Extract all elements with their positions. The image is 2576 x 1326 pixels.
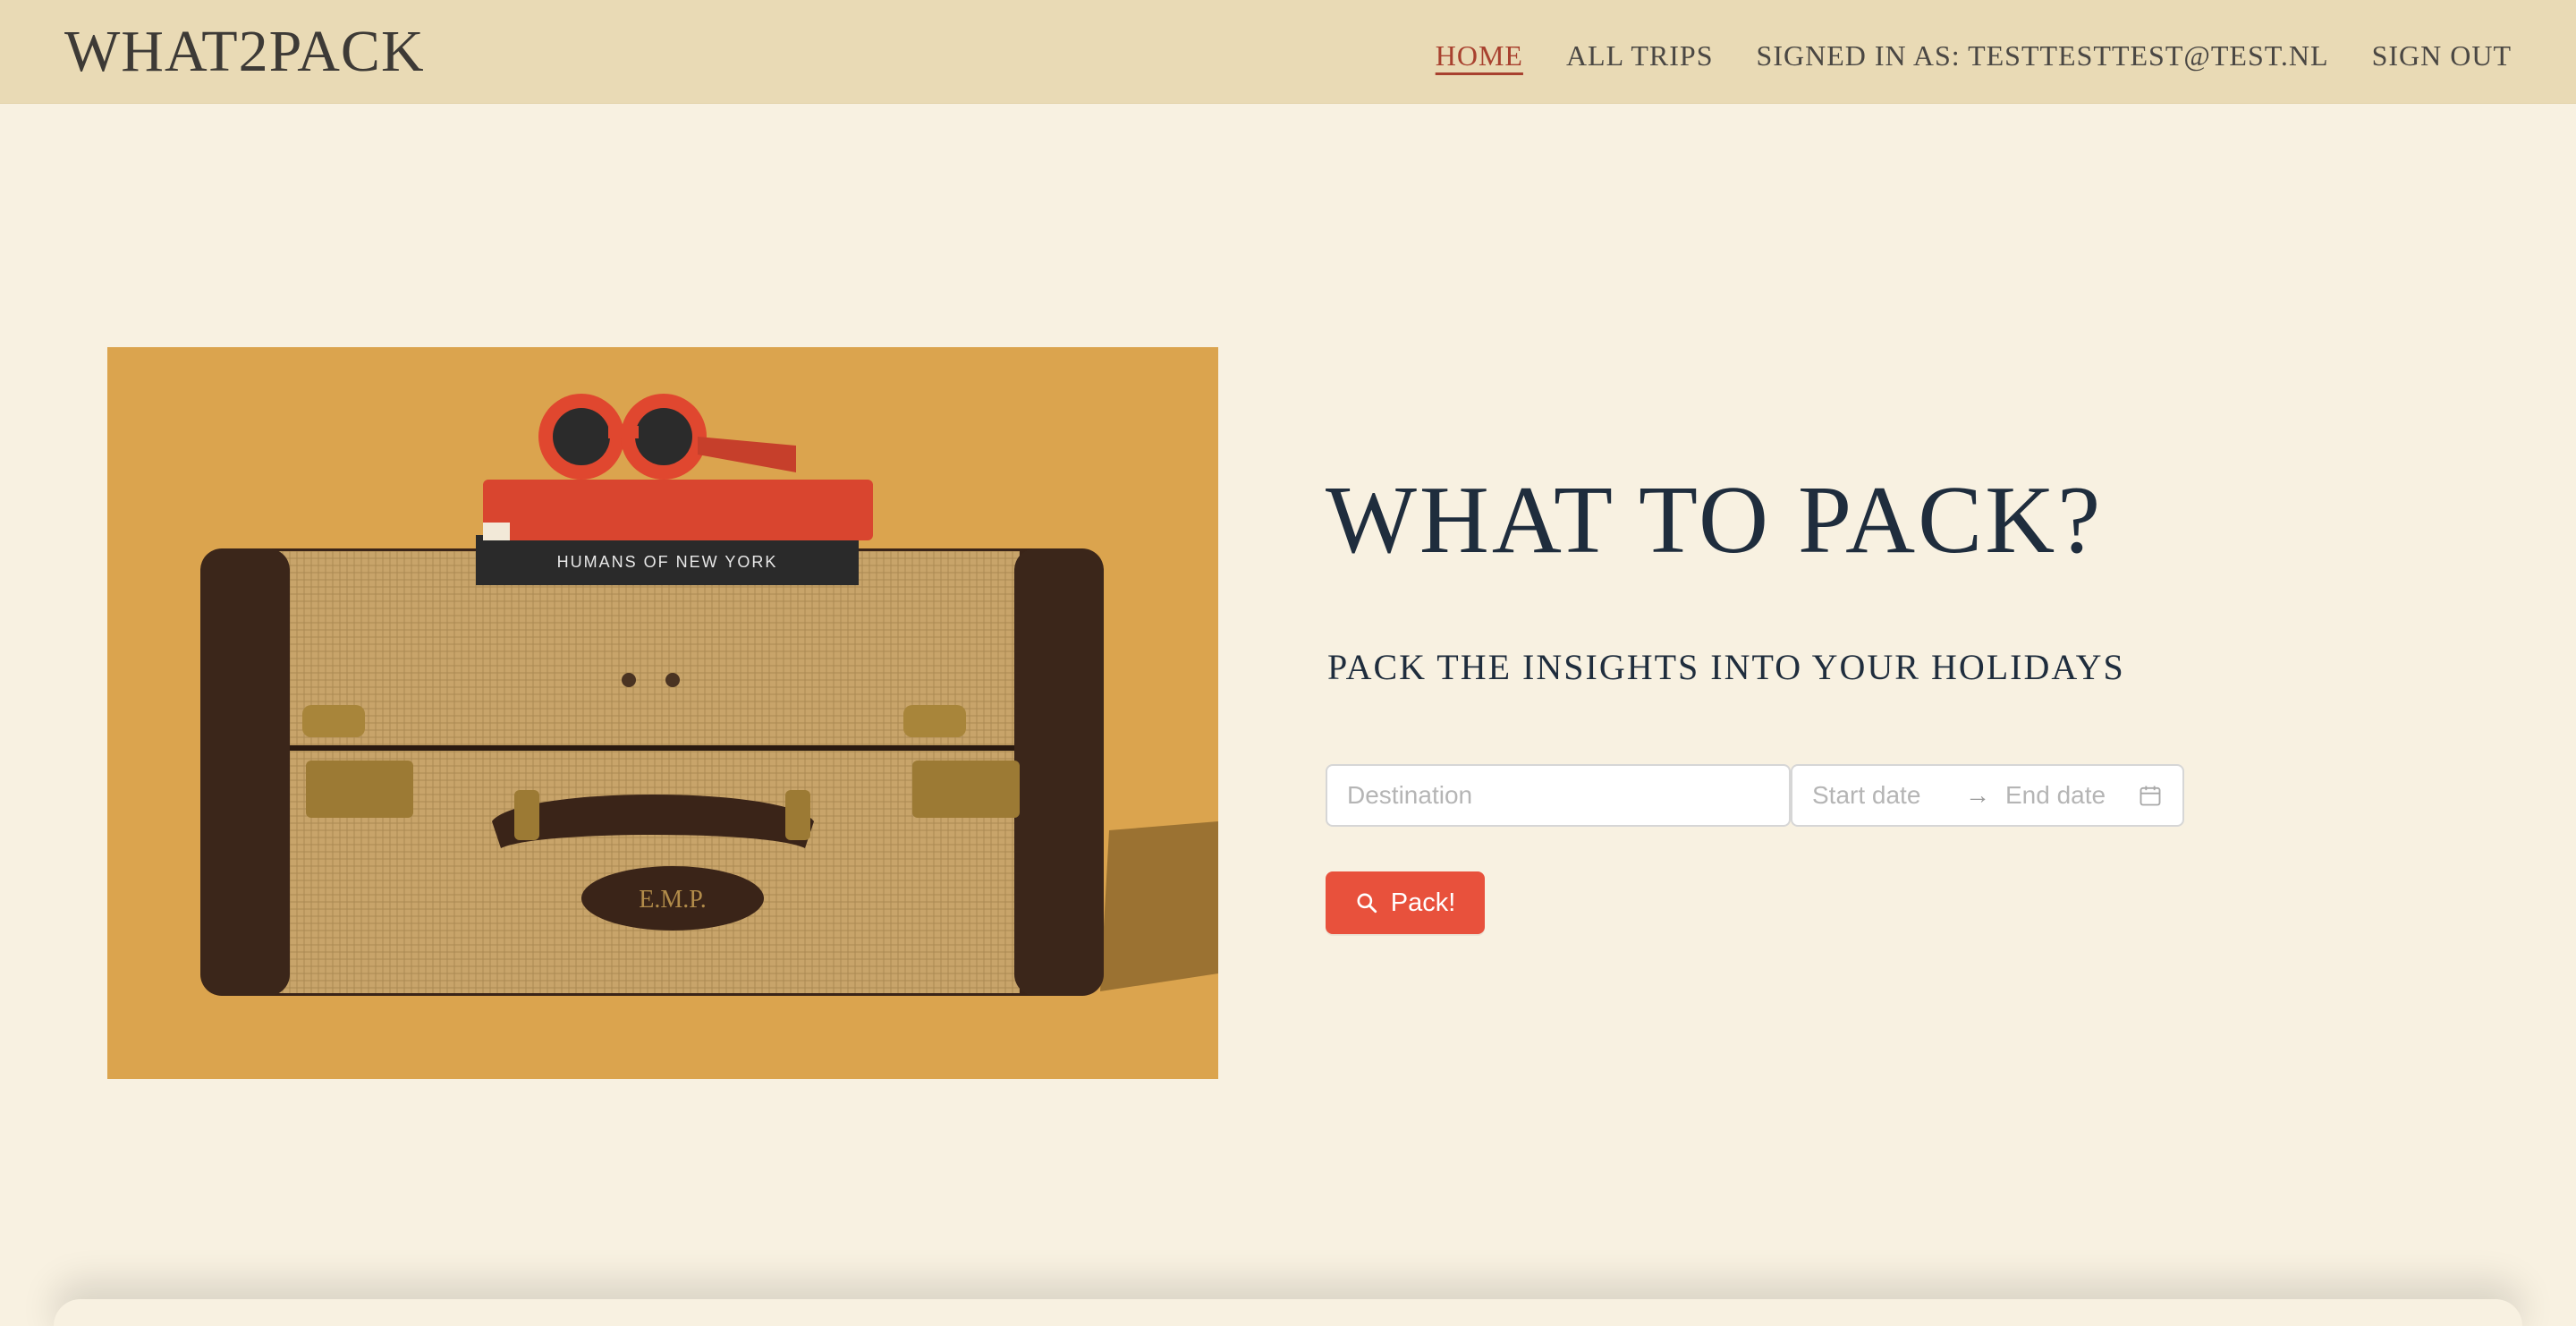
pack-button[interactable]: Pack! (1326, 871, 1485, 934)
destination-input[interactable] (1326, 764, 1791, 827)
nav-sign-out[interactable]: SIGN OUT (2372, 39, 2512, 72)
brand-logo[interactable]: WHAT2PACK (64, 18, 425, 86)
main-nav: HOME ALL TRIPS SIGNED IN AS: TESTTESTTES… (1436, 39, 2512, 72)
start-date-field[interactable]: Start date (1812, 781, 1955, 810)
page-title: WHAT TO PACK? (1326, 467, 2104, 574)
hero-image: E.M.P. HUMANS OF NEW YORK (107, 347, 1218, 1079)
page-subtitle: PACK THE INSIGHTS INTO YOUR HOLIDAYS (1327, 647, 2125, 687)
top-navigation-bar: WHAT2PACK HOME ALL TRIPS SIGNED IN AS: T… (0, 0, 2576, 104)
pack-button-label: Pack! (1390, 888, 1456, 917)
book-title: HUMANS OF NEW YORK (557, 553, 778, 571)
nav-signed-in-user[interactable]: SIGNED IN AS: TESTTESTTEST@TEST.NL (1757, 39, 2329, 72)
range-arrow-icon: → (1965, 781, 1990, 809)
bottom-edge-shadow (54, 1299, 2522, 1326)
nav-home[interactable]: HOME (1436, 39, 1523, 72)
suitcase-illustration: E.M.P. HUMANS OF NEW YORK (107, 347, 1218, 1079)
end-date-field[interactable]: End date (2000, 781, 2138, 810)
nav-all-trips[interactable]: ALL TRIPS (1566, 39, 1714, 72)
date-range-picker[interactable]: Start date → End date (1791, 764, 2184, 827)
search-icon (1357, 893, 1377, 914)
suitcase-tag-text: E.M.P. (639, 886, 706, 914)
calendar-icon[interactable] (2138, 783, 2163, 808)
